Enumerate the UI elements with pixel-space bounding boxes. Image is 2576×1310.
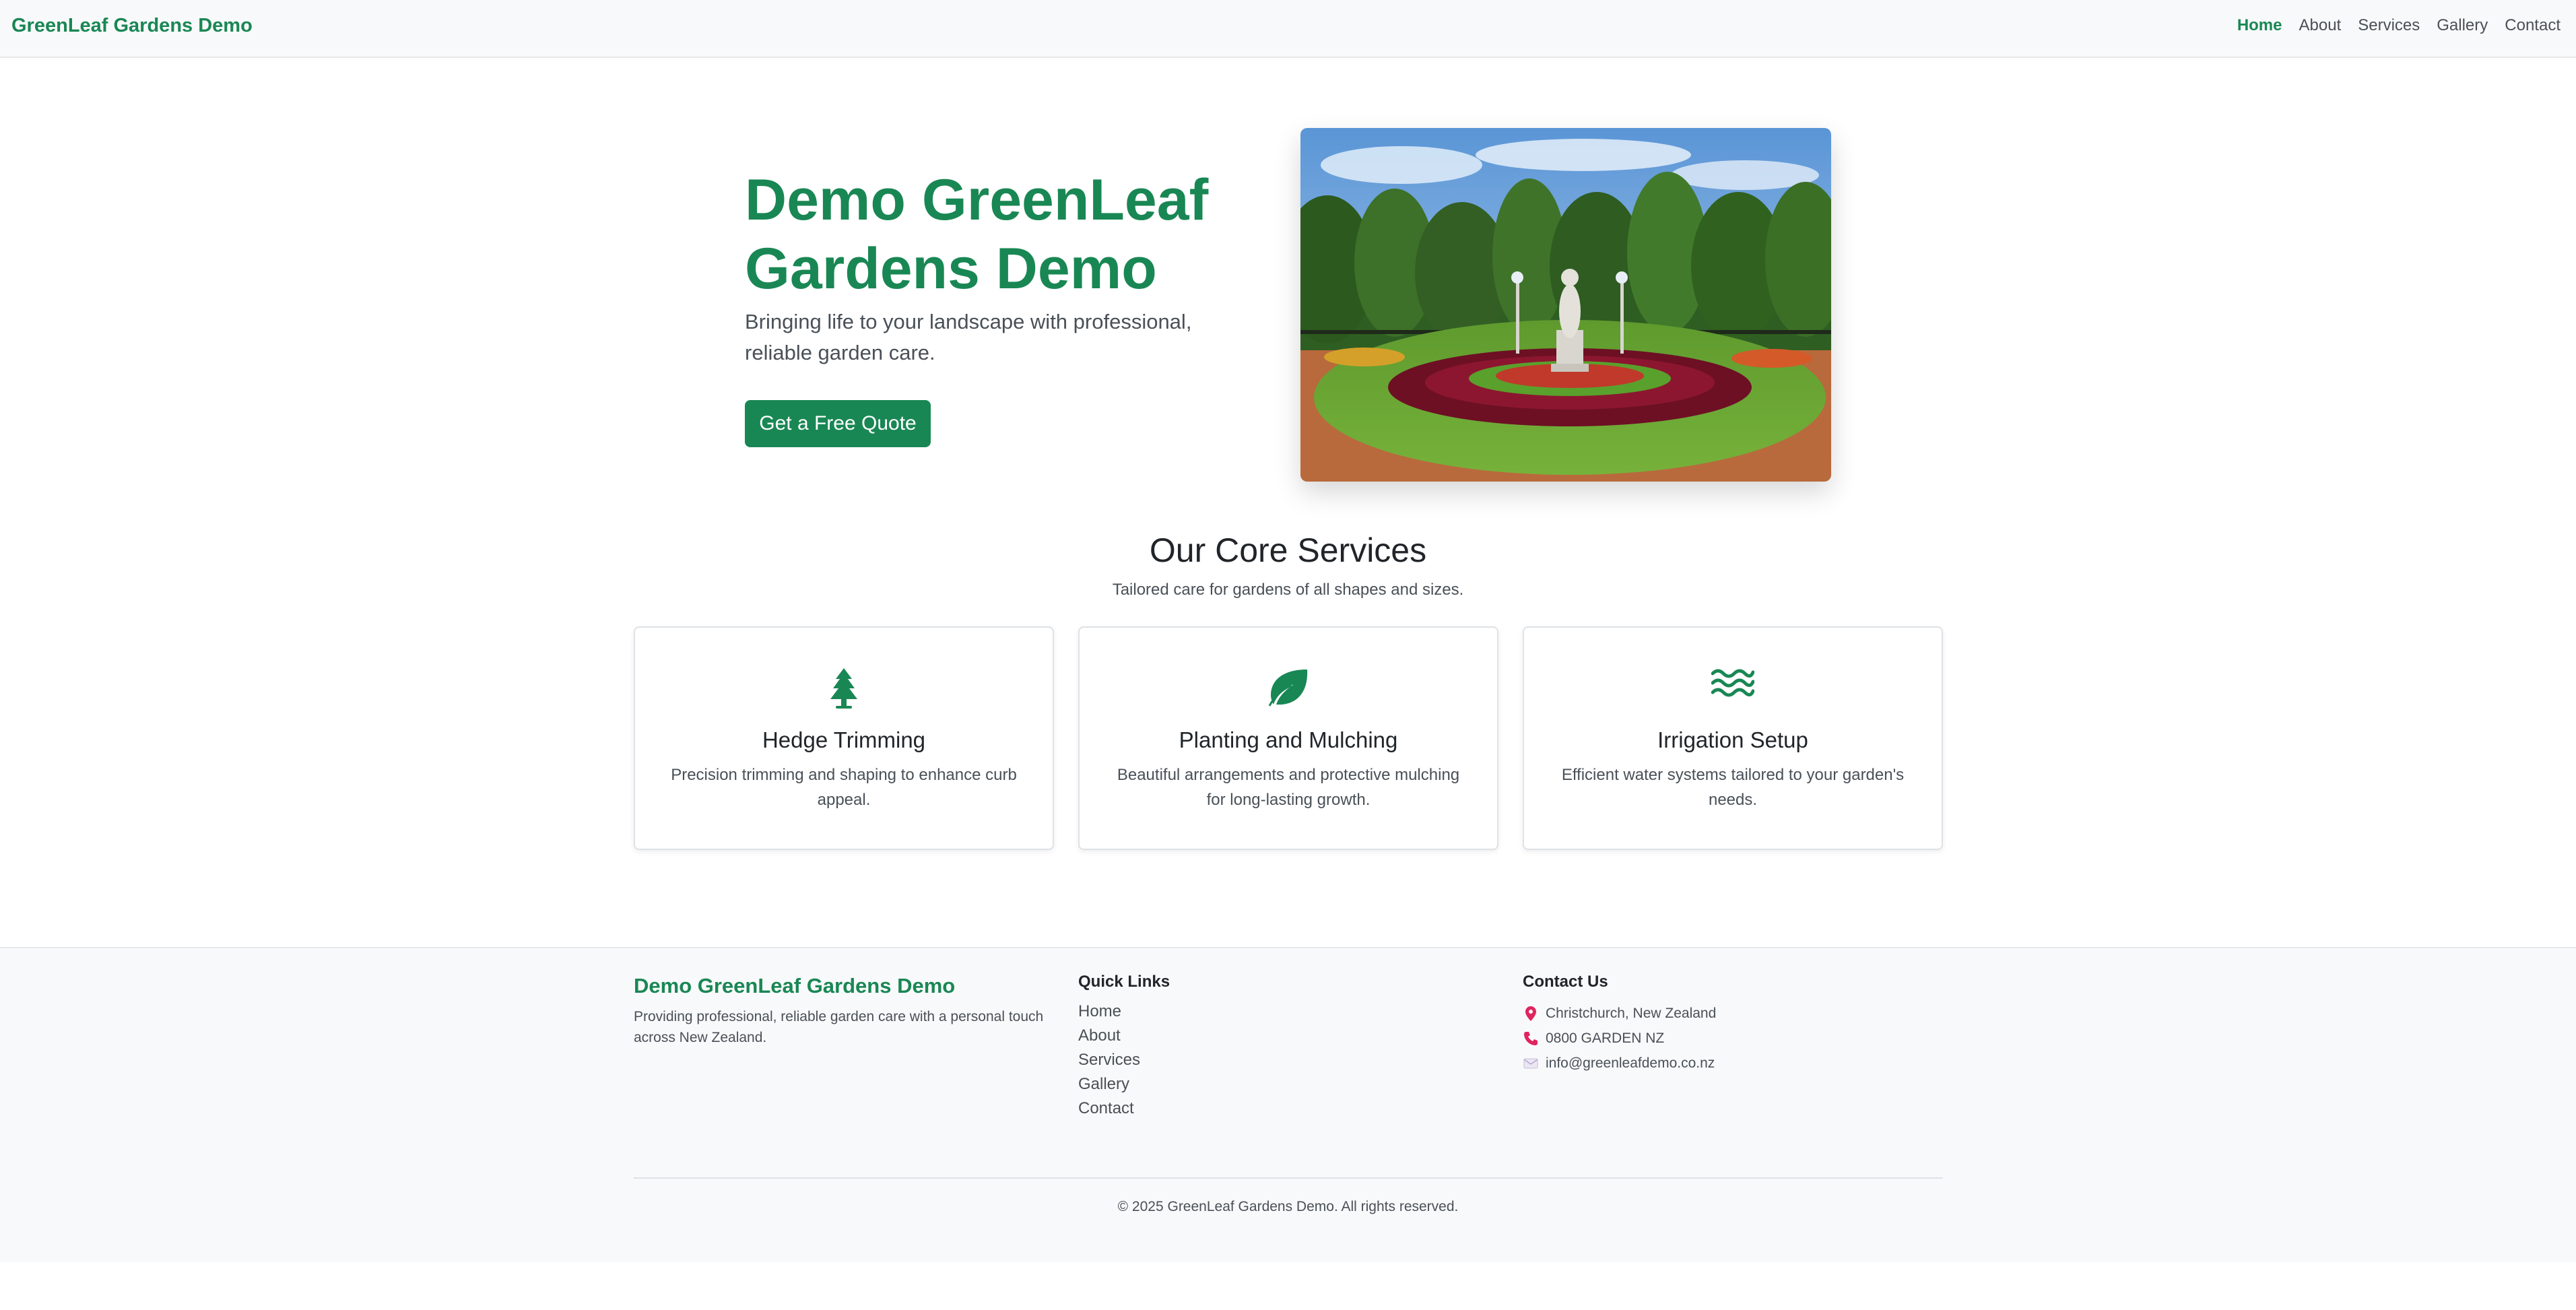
quick-links-list: Home About Services Gallery Contact <box>1078 1002 1140 1123</box>
services-subtitle: Tailored care for gardens of all shapes … <box>1112 581 1464 599</box>
navbar: GreenLeaf Gardens Demo Home About Servic… <box>0 0 2576 58</box>
nav-link-contact[interactable]: Contact <box>2505 16 2561 35</box>
nav-link-services[interactable]: Services <box>2358 16 2420 35</box>
contact-address-text: Christchurch, New Zealand <box>1546 1005 1717 1021</box>
pin-icon <box>1523 1006 1539 1021</box>
garden-statue-photo <box>1300 128 1831 482</box>
contact-email: info@greenleafdemo.co.nz <box>1523 1051 1716 1076</box>
quick-links-heading: Quick Links <box>1078 973 1170 991</box>
contact-heading: Contact Us <box>1523 973 1608 991</box>
phone-icon <box>1523 1031 1539 1046</box>
service-card-title: Planting and Mulching <box>1179 727 1398 752</box>
footer-link-home[interactable]: Home <box>1078 1002 1121 1020</box>
navbar-brand[interactable]: GreenLeaf Gardens Demo <box>11 15 253 37</box>
footer: Demo GreenLeaf Gardens Demo Providing pr… <box>0 947 2576 1262</box>
contact-phone-text: 0800 GARDEN NZ <box>1546 1030 1665 1046</box>
service-card-description: Efficient water systems tailored to your… <box>1561 766 1905 809</box>
contact-phone: 0800 GARDEN NZ <box>1523 1026 1716 1051</box>
leaf-icon <box>1080 667 1497 713</box>
tree-icon <box>635 667 1053 713</box>
envelope-icon <box>1523 1058 1539 1069</box>
contact-address: Christchurch, New Zealand <box>1523 1001 1716 1026</box>
service-card-title: Irrigation Setup <box>1657 727 1808 752</box>
nav-links: Home About Services Gallery Contact <box>2237 16 2561 35</box>
contact-email-text[interactable]: info@greenleafdemo.co.nz <box>1546 1055 1715 1072</box>
footer-link-gallery[interactable]: Gallery <box>1078 1075 1129 1093</box>
hero-subtitle: Bringing life to your landscape with pro… <box>745 310 1192 364</box>
service-card-hedge-trimming: Hedge Trimming Precision trimming and sh… <box>634 626 1054 850</box>
footer-link-contact[interactable]: Contact <box>1078 1099 1134 1117</box>
service-card-irrigation-setup: Irrigation Setup Efficient water systems… <box>1523 626 1943 850</box>
hero-title: Demo GreenLeaf Gardens Demo <box>745 168 1209 301</box>
get-quote-button[interactable]: Get a Free Quote <box>745 400 931 447</box>
copyright: © 2025 GreenLeaf Gardens Demo. All right… <box>1117 1199 1459 1214</box>
nav-link-gallery[interactable]: Gallery <box>2437 16 2488 35</box>
footer-link-services[interactable]: Services <box>1078 1051 1140 1069</box>
footer-brand: Demo GreenLeaf Gardens Demo <box>634 974 956 997</box>
service-card-title: Hedge Trimming <box>762 727 926 752</box>
nav-link-home[interactable]: Home <box>2237 16 2282 35</box>
service-card-description: Precision trimming and shaping to enhanc… <box>671 766 1017 809</box>
services-title: Our Core Services <box>1149 531 1427 569</box>
footer-link-about[interactable]: About <box>1078 1026 1121 1045</box>
service-card-description: Beautiful arrangements and protective mu… <box>1117 766 1460 809</box>
contact-list: Christchurch, New Zealand 0800 GARDEN NZ… <box>1523 1001 1716 1076</box>
water-icon <box>1524 667 1942 713</box>
service-card-planting-mulching: Planting and Mulching Beautiful arrangem… <box>1078 626 1498 850</box>
footer-description: Providing professional, reliable garden … <box>634 1009 1044 1045</box>
hero-garden-image <box>1300 128 1831 482</box>
nav-link-about[interactable]: About <box>2299 16 2342 35</box>
footer-divider <box>634 1177 1943 1179</box>
